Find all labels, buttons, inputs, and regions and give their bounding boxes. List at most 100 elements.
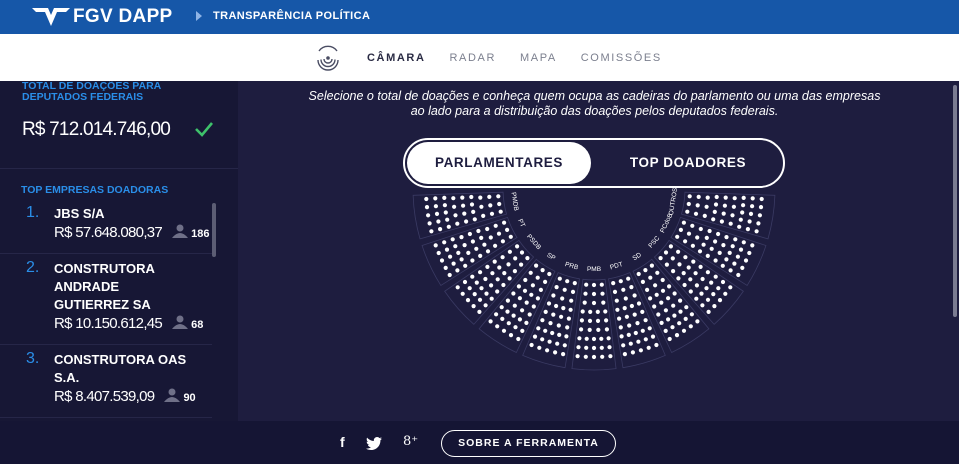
seat-dot (603, 309, 608, 314)
donor-item[interactable]: 3. CONSTRUTORA OAS S.A. R$ 8.407.539,09 … (0, 350, 212, 418)
seat-dot (580, 309, 585, 314)
seat-dot (591, 336, 597, 342)
seat-dot (540, 318, 545, 323)
google-plus-icon[interactable]: 8⁺ (403, 434, 418, 449)
party-sector[interactable] (608, 272, 666, 369)
seat-dot (489, 211, 495, 216)
seat-dot (713, 258, 718, 263)
seat-dot (551, 293, 556, 298)
seat-dot (497, 265, 502, 270)
seat-dot (654, 342, 659, 348)
nav-mapa[interactable]: MAPA (520, 52, 557, 64)
seat-dot (500, 255, 505, 260)
donor-item[interactable]: 1. JBS S/A R$ 57.648.080,37 186 (0, 204, 212, 254)
seat-dot (643, 318, 648, 323)
nav-camara[interactable]: CÂMARA (367, 52, 425, 64)
seat-dot (426, 213, 431, 218)
seat-dot (445, 217, 450, 222)
seat-dot (492, 259, 497, 264)
twitter-icon[interactable] (366, 437, 382, 450)
seat-dot (674, 333, 680, 338)
seat-dot (608, 354, 613, 359)
seat-dot (705, 297, 711, 302)
seat-dot (705, 270, 710, 275)
footer: f 8⁺ SOBRE A FERRAMENTA (0, 421, 959, 464)
total-donations-value[interactable]: R$ 712.014.746,00 (22, 119, 171, 141)
seat-dot (467, 231, 472, 237)
seat-dot (681, 271, 686, 276)
seat-dot (714, 194, 719, 200)
seat-dot (547, 271, 552, 277)
seat-dot (653, 283, 658, 288)
party-label: SP (545, 252, 556, 263)
seat-dot (479, 286, 484, 291)
total-donations-label[interactable]: TOTAL DE DOAÇÕES PARA DEPUTADOS FEDERAIS (22, 81, 212, 103)
seat-dot (741, 240, 746, 245)
seat-dot (516, 284, 521, 289)
seat-dot (670, 325, 675, 330)
seat-dot (645, 287, 650, 292)
donor-item[interactable]: 2. CONSTRUTORA ANDRADE GUTIERREZ SA R$ 1… (0, 259, 212, 345)
seat-dot (727, 250, 732, 255)
seat-dot (525, 256, 530, 261)
facebook-icon[interactable]: f (340, 434, 345, 450)
fade-overlay (238, 391, 951, 421)
page-scrollbar-thumb[interactable] (953, 85, 957, 317)
nav-comissoes[interactable]: COMISSÕES (581, 52, 662, 64)
seat-dot (442, 203, 447, 208)
seat-dot (543, 279, 548, 284)
nav-radar[interactable]: RADAR (449, 52, 496, 64)
fgv-logo-icon (32, 8, 70, 26)
seat-dot (543, 309, 548, 314)
seat-dot (632, 293, 637, 298)
site-subtitle[interactable]: TRANSPARÊNCIA POLÍTICA (213, 10, 370, 22)
seat-dot (629, 303, 634, 309)
donor-rank: 3. (26, 350, 40, 367)
seat-dot (579, 318, 584, 323)
seat-dot (570, 289, 576, 294)
seat-dot (483, 276, 488, 282)
page-scrollbar[interactable] (951, 81, 959, 421)
seat-dot (599, 345, 604, 350)
seat-dot (705, 253, 710, 258)
seat-dot (482, 242, 487, 247)
seat-dot (591, 282, 597, 288)
radar-logo-icon[interactable] (313, 42, 343, 72)
seat-dot (548, 321, 553, 326)
seat-dot (678, 309, 683, 314)
seat-dot (527, 312, 532, 317)
seat-dot (748, 211, 754, 216)
seat-dot (559, 314, 564, 319)
seat-dot (599, 282, 604, 287)
seat-dot (686, 265, 691, 270)
seat-dot (643, 268, 648, 273)
seat-dot (485, 226, 490, 232)
brand-logo[interactable]: FGV DAPP (32, 5, 173, 29)
toggle-parlamentares[interactable]: PARLAMENTARES (407, 142, 591, 184)
seat-dot (523, 277, 528, 283)
seat-dot (735, 254, 740, 259)
seat-dot (556, 323, 561, 328)
seat-dot (740, 265, 745, 270)
seat-dot (476, 228, 481, 234)
seat-dot (702, 213, 707, 218)
seat-dot (451, 261, 456, 266)
seat-dot (647, 326, 652, 331)
about-tool-button[interactable]: SOBRE A FERRAMENTA (441, 430, 616, 457)
seat-dot (655, 270, 660, 275)
seat-dot (691, 259, 696, 264)
toggle-top-doadores[interactable]: TOP DOADORES (595, 142, 781, 184)
donor-amount: R$ 10.150.612,45 (54, 315, 163, 332)
seat-dot (452, 204, 457, 209)
party-sector[interactable] (522, 272, 580, 369)
donor-name: CONSTRUTORA ANDRADE GUTIERREZ SA (54, 261, 155, 312)
seat-dot (551, 312, 556, 317)
seat-dot (584, 282, 589, 287)
sidebar-scrollbar[interactable] (212, 203, 216, 257)
seat-dot (681, 328, 687, 333)
seat-dot (741, 195, 746, 200)
seat-dot (697, 249, 703, 254)
seat-dot (497, 201, 502, 207)
seat-dot (495, 277, 500, 282)
seat-dot (635, 321, 640, 326)
